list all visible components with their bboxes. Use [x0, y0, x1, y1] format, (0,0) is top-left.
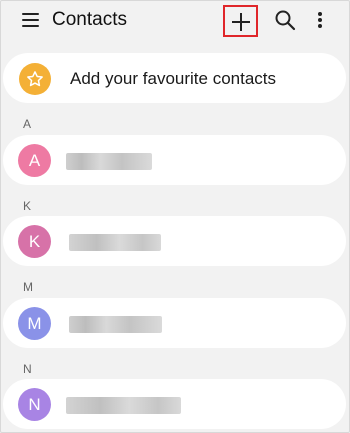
contact-row[interactable]: K	[3, 216, 346, 266]
add-favourites-card[interactable]: Add your favourite contacts	[3, 53, 346, 103]
redacted-name	[66, 397, 181, 414]
contact-row[interactable]: N	[3, 379, 346, 429]
app-bar: Contacts	[0, 0, 350, 44]
avatar: M	[18, 307, 51, 340]
favourites-label: Add your favourite contacts	[70, 69, 277, 88]
search-icon	[275, 10, 296, 31]
section-header-m: M	[23, 280, 33, 294]
contact-row[interactable]: A	[3, 135, 346, 185]
more-vert-icon	[318, 12, 322, 16]
avatar: N	[18, 388, 51, 421]
page-title: Contacts	[52, 9, 127, 30]
avatar: K	[18, 225, 51, 258]
redacted-name	[66, 153, 152, 170]
search-button[interactable]	[274, 9, 296, 31]
favourites-icon-badge	[19, 63, 51, 95]
add-contact-button[interactable]	[223, 5, 258, 37]
plus-icon	[232, 13, 250, 31]
contact-row[interactable]: M	[3, 298, 346, 348]
avatar: A	[18, 144, 51, 177]
hamburger-icon[interactable]	[22, 13, 39, 27]
star-icon	[27, 71, 43, 87]
redacted-name	[69, 316, 162, 333]
section-header-n: N	[23, 362, 32, 376]
section-header-a: A	[23, 117, 32, 131]
redacted-name	[69, 234, 161, 251]
more-options-button[interactable]	[310, 9, 330, 31]
section-header-k: K	[23, 199, 32, 213]
